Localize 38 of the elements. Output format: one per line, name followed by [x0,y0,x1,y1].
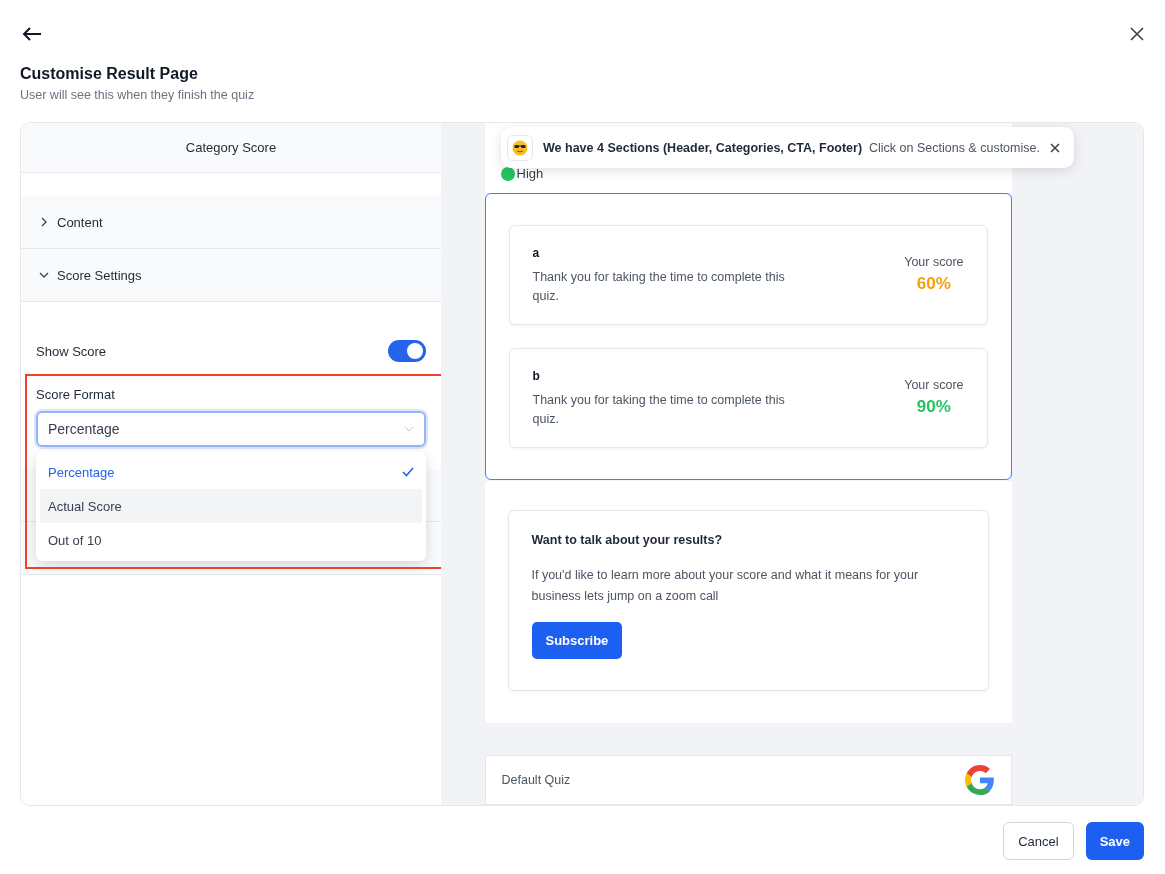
accordion-header[interactable]: Score Settings [21,249,441,302]
subscribe-button[interactable]: Subscribe [531,622,623,660]
dropdown-option[interactable]: Actual Score [40,489,422,523]
score-format-select[interactable]: Percentage [36,411,426,447]
save-button[interactable]: Save [1085,822,1144,860]
show-score-toggle[interactable] [388,340,426,362]
cta-title: Want to talk about your results? [531,533,724,548]
quiz-name: Default Quiz [501,773,571,787]
chevron-icon [39,217,49,227]
accordion-header[interactable]: Content [21,196,441,249]
score-value: 60% [915,274,952,295]
category-name: b [532,369,541,384]
category-description: Thank you for taking the time to complete this quiz. [532,392,786,429]
category-name: a [532,246,541,261]
page-subtitle: User will see this when they finish the quiz [20,88,256,102]
check-icon [402,467,414,477]
categories-section[interactable]: a Thank you for taking the time to complete this quiz. Your score 60% b Thank you for taking the time to complete this quiz. Your score 90% [484,193,1012,481]
back-arrow-icon[interactable] [22,26,42,42]
close-icon[interactable] [1130,27,1144,41]
cta-text: If you'd like to learn more about your score and what it means for your business lets jump on a zoom call [531,567,920,606]
dropdown-option[interactable]: Out of 10 [40,523,422,557]
sunglasses-face-icon [507,134,533,161]
chevron-icon [39,270,49,280]
score-label: Your score [904,255,964,270]
score-label: Your score [904,378,964,393]
show-score-label: Show Score [36,343,107,359]
close-icon[interactable] [1049,142,1060,153]
legend-label: High [516,166,544,182]
score-value: 90% [915,397,952,418]
score-format-label: Score Format [36,387,116,402]
editor-tab[interactable]: Category Score [21,123,441,173]
page-title: Customise Result Page [20,65,199,83]
dropdown-option[interactable]: Percentage [40,455,422,489]
category-description: Thank you for taking the time to complete this quiz. [532,269,786,306]
toast-message: We have 4 Sections (Header, Categories, CTA, Footer) Click on Sections & customise. [543,140,1040,155]
google-g-icon [964,765,995,795]
cancel-button[interactable]: Cancel [1003,822,1074,860]
caret-icon [404,426,414,432]
